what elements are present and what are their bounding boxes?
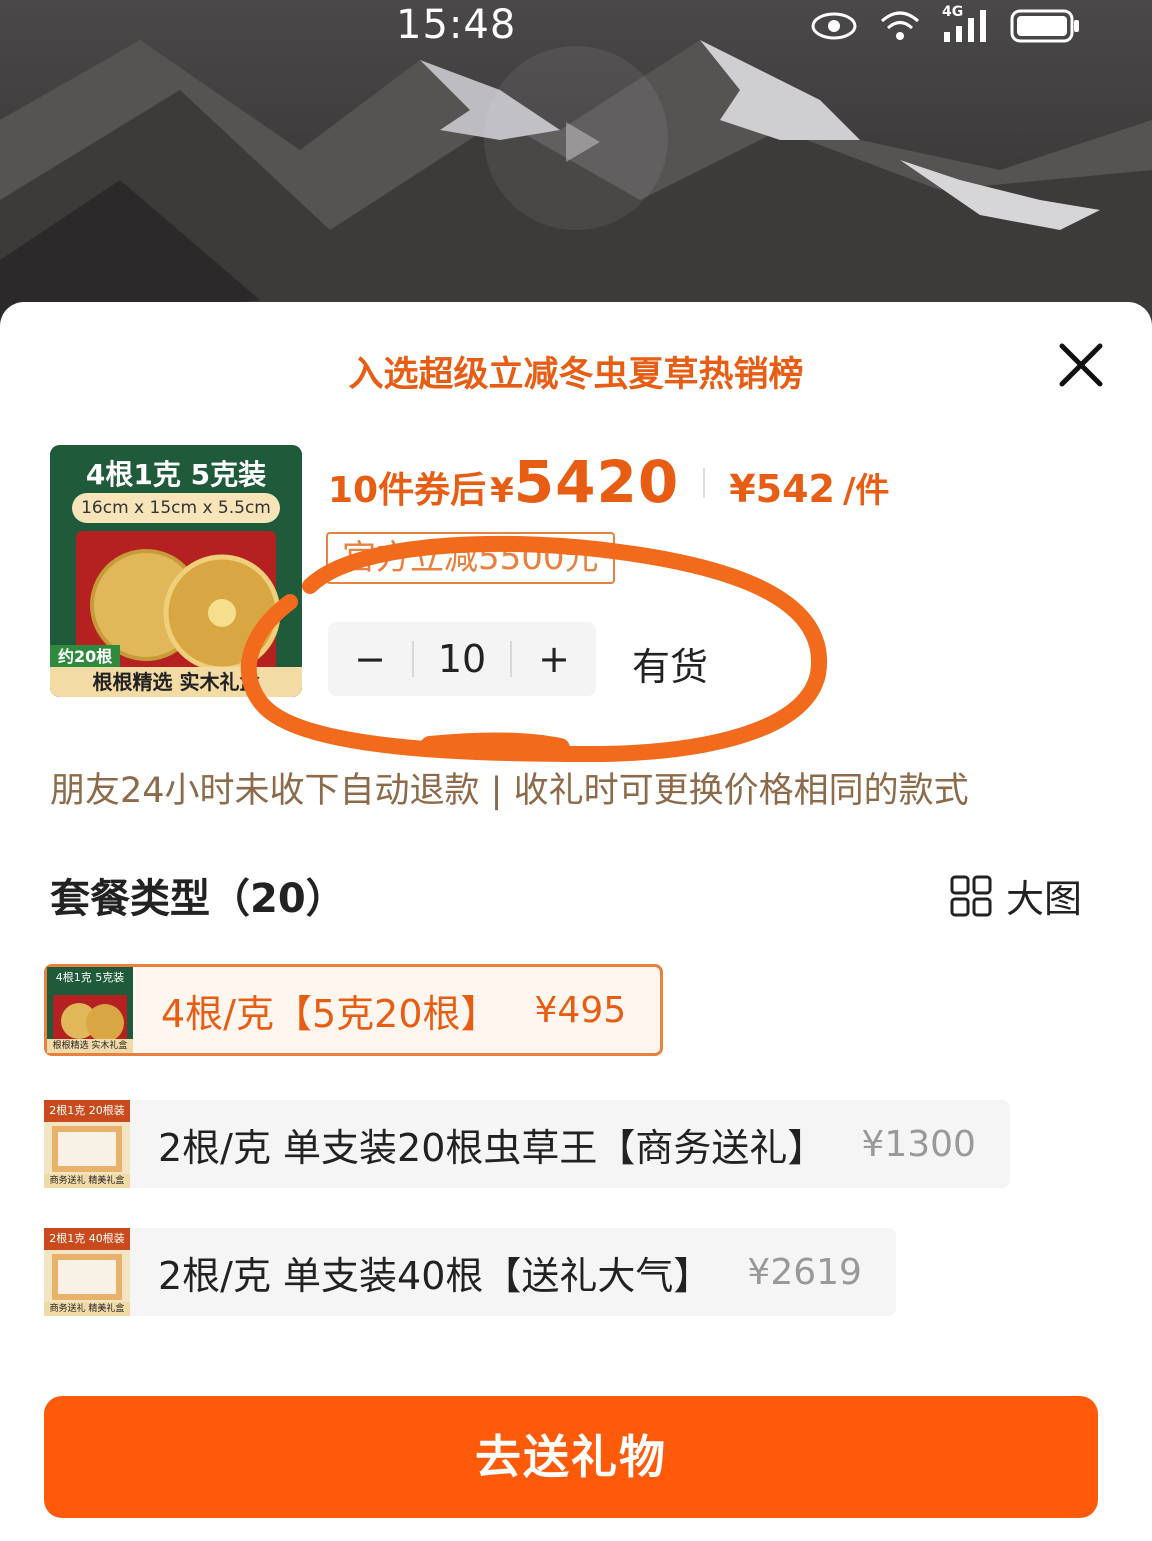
unit-price-suffix: /件 <box>842 471 890 511</box>
price-prefix: 10件券后 <box>328 470 487 511</box>
quantity-value[interactable]: 10 <box>414 637 510 681</box>
option-thumb-foot: 商务送礼 精美礼盒 <box>44 1174 130 1188</box>
large-view-label: 大图 <box>1005 877 1082 921</box>
thumb-count-badge: 约20根 <box>50 645 121 669</box>
option-thumb-title: 2根1克 20根装 <box>49 1104 125 1117</box>
option-label: 2根/克 单支装20根虫草王【商务送礼】 <box>158 1125 826 1170</box>
option-thumb-foot: 商务送礼 精美礼盒 <box>44 1302 130 1316</box>
gift-options-sheet: 入选超级立减冬虫夏草热销榜 4根1克 5克装 16cm x 15cm x 5.5… <box>0 302 1152 1541</box>
close-icon[interactable] <box>1056 340 1106 390</box>
option-price: ¥2619 <box>747 1251 862 1293</box>
option-thumb-foot: 根根精选 实木礼盒 <box>47 1039 133 1053</box>
grid-icon <box>950 875 992 916</box>
thumb-tagline: 根根精选 实木礼盒 <box>50 667 302 697</box>
package-type-title: 套餐类型（20） <box>50 876 346 922</box>
price-total: 5420 <box>513 448 680 516</box>
price-divider <box>703 468 706 498</box>
package-option-1[interactable]: 4根1克 5克装 根根精选 实木礼盒 4根/克【5克20根】 ¥495 <box>44 964 664 1056</box>
refund-note: 朋友24小时未收下自动退款 | 收礼时可更换价格相同的款式 <box>50 771 969 811</box>
package-option-3[interactable]: 2根1克 40根装 商务送礼 精美礼盒 2根/克 单支装40根【送礼大气】 ¥2… <box>44 1228 896 1316</box>
cellular-signal-icon: 4G <box>942 4 990 44</box>
option-price: ¥495 <box>534 989 627 1031</box>
quantity-stepper: − 10 + <box>328 622 596 696</box>
wifi-icon <box>881 11 919 40</box>
thumb-dimensions: 16cm x 15cm x 5.5cm <box>72 493 280 523</box>
large-view-toggle[interactable]: 大图 <box>950 868 1082 923</box>
option-thumb-title: 4根1克 5克装 <box>55 971 125 984</box>
price-row: 10件券后 ¥ 5420 ¥542 /件 <box>328 448 889 518</box>
product-thumbnail[interactable]: 4根1克 5克装 16cm x 15cm x 5.5cm 约20根 根根精选 实… <box>50 445 302 697</box>
option-price: ¥1300 <box>861 1123 976 1165</box>
send-gift-button[interactable]: 去送礼物 <box>44 1396 1098 1518</box>
thumb-title: 4根1克 5克装 <box>85 458 267 491</box>
rank-banner[interactable]: 入选超级立减冬虫夏草热销榜 <box>0 346 1152 397</box>
increase-quantity-button[interactable]: + <box>512 622 596 696</box>
option-thumbnail: 4根1克 5克装 根根精选 实木礼盒 <box>47 967 133 1053</box>
price-currency: ¥ <box>490 471 514 511</box>
status-time: 15:48 <box>396 2 517 48</box>
option-label: 2根/克 单支装40根【送礼大气】 <box>158 1253 712 1298</box>
unit-price: ¥542 <box>729 467 835 511</box>
decrease-quantity-button[interactable]: − <box>328 622 412 696</box>
play-video-icon[interactable] <box>484 46 668 230</box>
option-label: 4根/克【5克20根】 <box>161 991 499 1036</box>
option-thumbnail: 2根1克 20根装 商务送礼 精美礼盒 <box>44 1100 130 1188</box>
option-thumbnail: 2根1克 40根装 商务送礼 精美礼盒 <box>44 1228 130 1316</box>
battery-icon <box>1010 9 1079 43</box>
package-option-2[interactable]: 2根1克 20根装 商务送礼 精美礼盒 2根/克 单支装20根虫草王【商务送礼】… <box>44 1100 1010 1188</box>
stock-status: 有货 <box>632 645 709 689</box>
eye-icon <box>811 12 857 40</box>
promo-badge: 官方立减5500元 <box>326 532 615 584</box>
option-thumb-title: 2根1克 40根装 <box>49 1232 125 1245</box>
status-bar: 15:48 4G <box>0 0 1152 56</box>
